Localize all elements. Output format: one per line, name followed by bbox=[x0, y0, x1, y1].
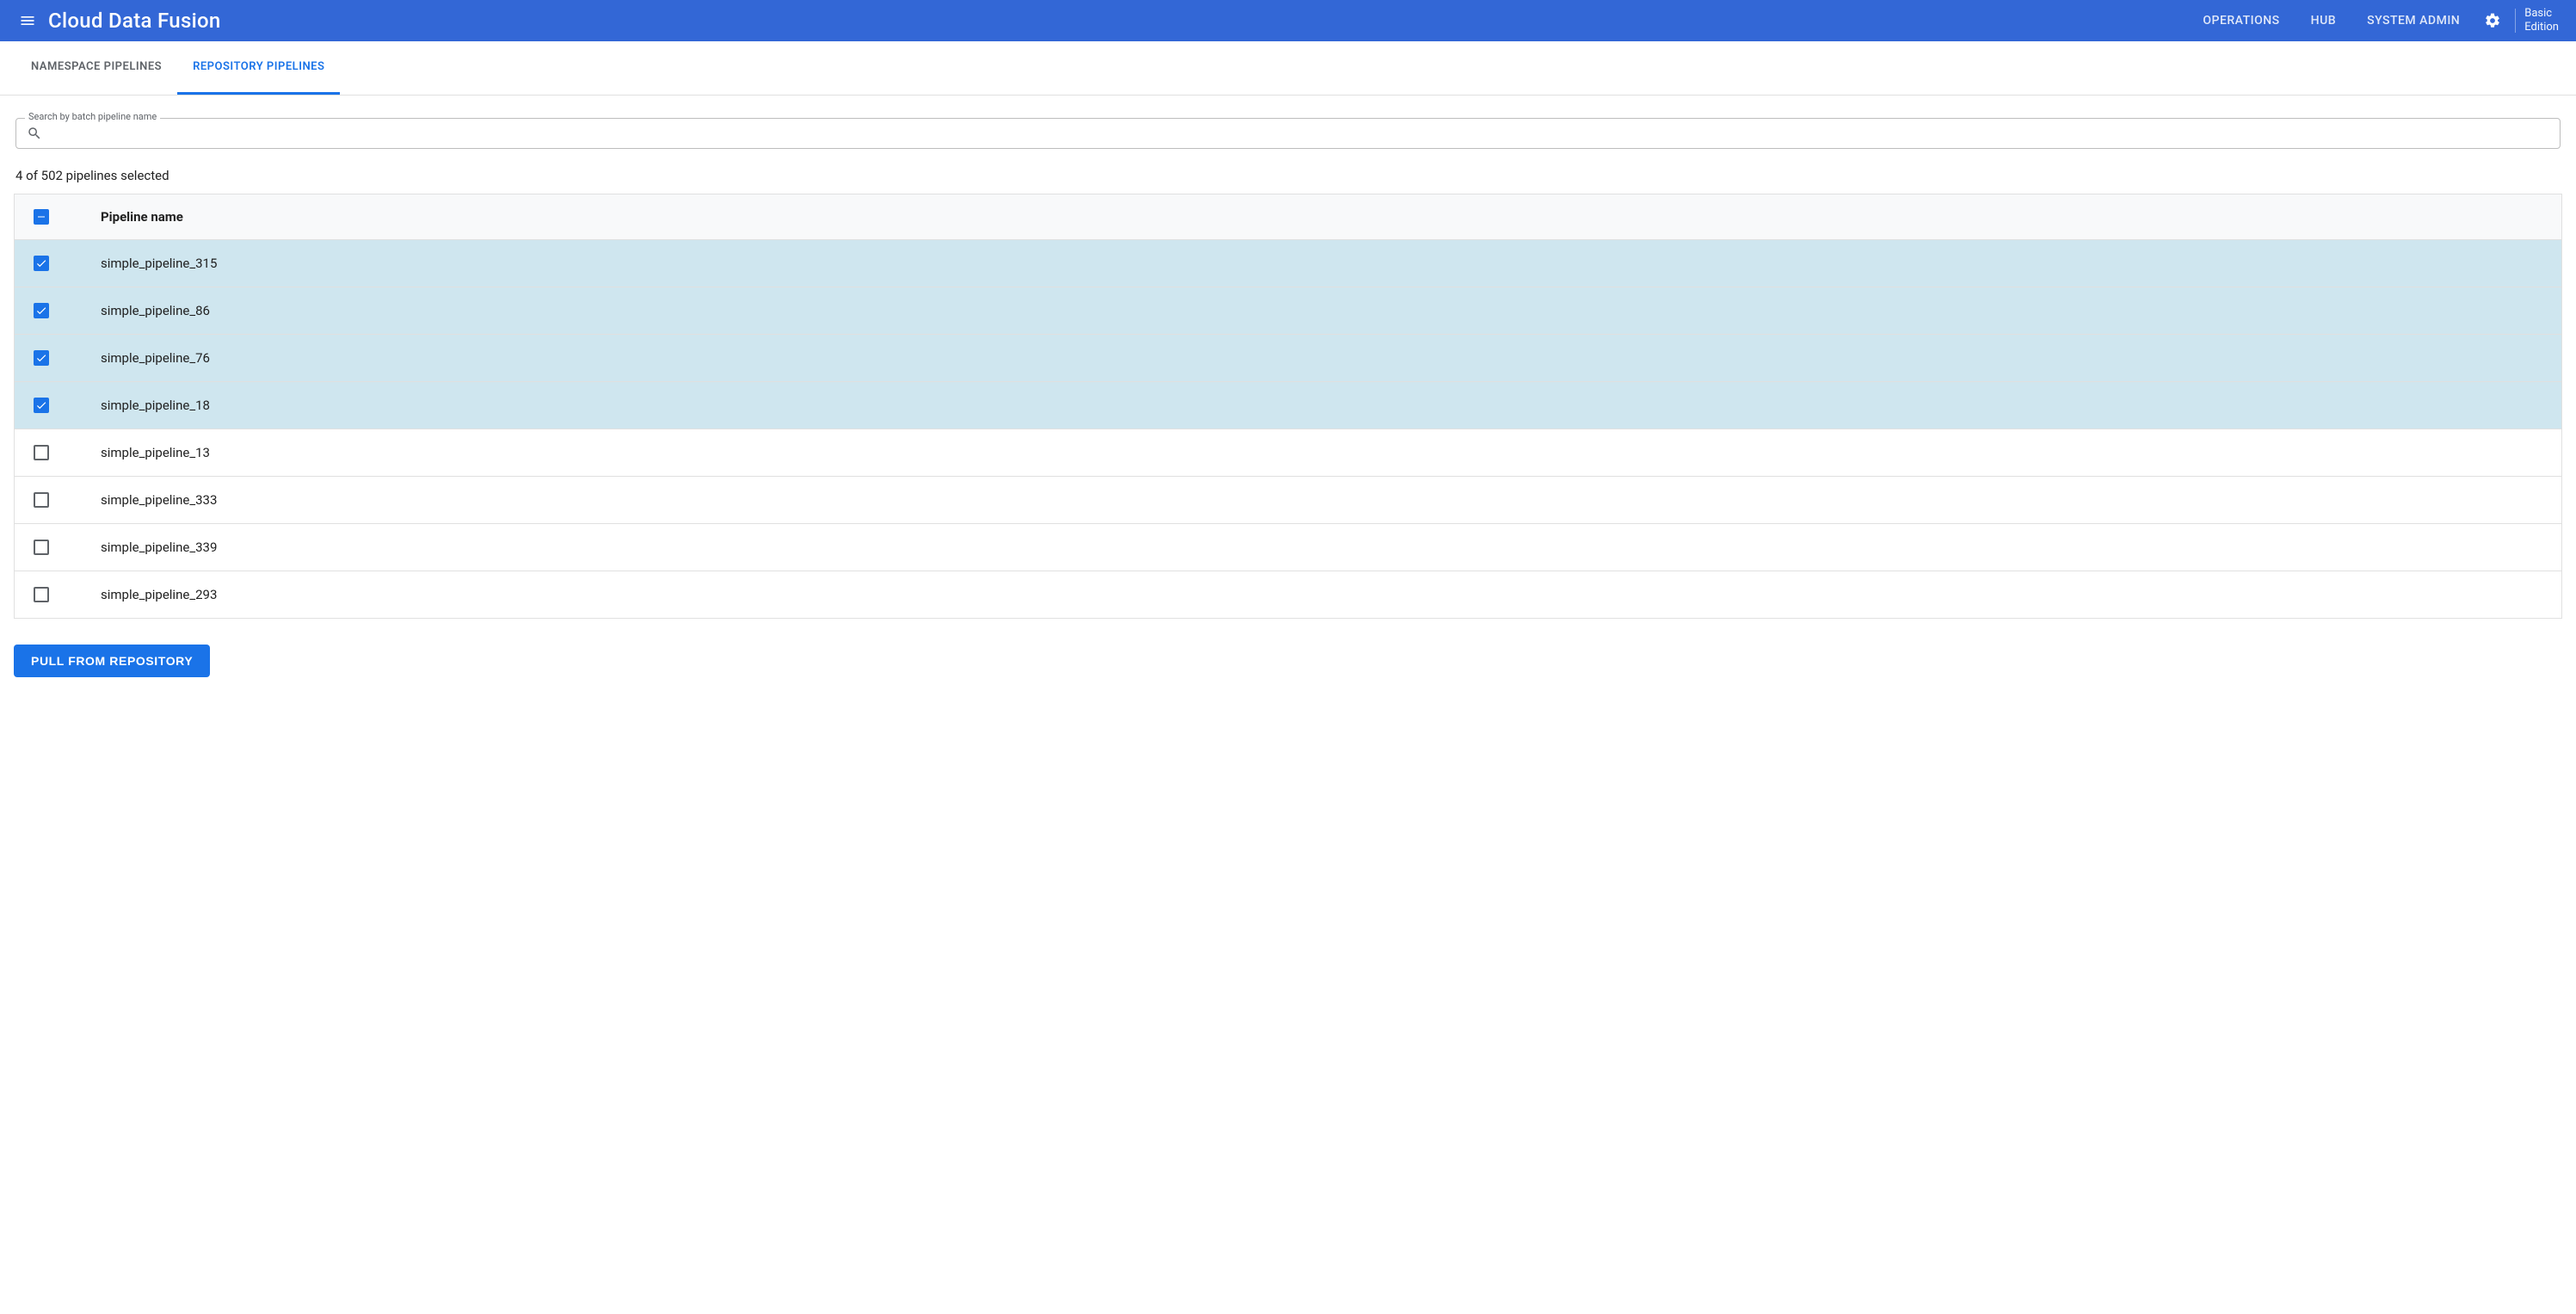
check-icon bbox=[35, 399, 47, 411]
table-row[interactable]: simple_pipeline_333 bbox=[15, 477, 2561, 524]
pipeline-name: simple_pipeline_76 bbox=[101, 350, 2561, 366]
row-checkbox[interactable] bbox=[34, 540, 49, 555]
nav-system-admin[interactable]: SYSTEM ADMIN bbox=[2351, 0, 2475, 41]
row-checkbox[interactable] bbox=[34, 256, 49, 271]
check-icon bbox=[35, 257, 47, 269]
search-icon bbox=[27, 126, 42, 141]
table-row[interactable]: simple_pipeline_13 bbox=[15, 429, 2561, 477]
edition-label: Basic Edition bbox=[2524, 7, 2566, 34]
pipeline-name: simple_pipeline_13 bbox=[101, 445, 2561, 460]
pipelines-table: Pipeline name simple_pipeline_315 simple… bbox=[14, 194, 2562, 619]
pipeline-name: simple_pipeline_333 bbox=[101, 492, 2561, 508]
selection-status: 4 of 502 pipelines selected bbox=[0, 159, 2576, 194]
table-row[interactable]: simple_pipeline_293 bbox=[15, 571, 2561, 619]
search-input[interactable] bbox=[49, 126, 2549, 140]
pipeline-name: simple_pipeline_315 bbox=[101, 256, 2561, 271]
row-checkbox[interactable] bbox=[34, 587, 49, 602]
tabs-bar: NAMESPACE PIPELINES REPOSITORY PIPELINES bbox=[0, 41, 2576, 96]
search-section: Search by batch pipeline name bbox=[0, 96, 2576, 159]
pipeline-name: simple_pipeline_18 bbox=[101, 398, 2561, 413]
table-header: Pipeline name bbox=[15, 194, 2561, 240]
settings-button[interactable] bbox=[2475, 3, 2510, 38]
table-row[interactable]: simple_pipeline_76 bbox=[15, 335, 2561, 382]
row-checkbox[interactable] bbox=[34, 303, 49, 318]
row-checkbox[interactable] bbox=[34, 398, 49, 413]
pipeline-name: simple_pipeline_293 bbox=[101, 587, 2561, 602]
footer: PULL FROM REPOSITORY bbox=[0, 619, 2576, 694]
select-all-checkbox[interactable] bbox=[34, 209, 49, 225]
pipeline-name: simple_pipeline_339 bbox=[101, 540, 2561, 555]
column-header-name: Pipeline name bbox=[101, 209, 2561, 225]
tab-repository-pipelines[interactable]: REPOSITORY PIPELINES bbox=[177, 41, 340, 95]
table-row[interactable]: simple_pipeline_339 bbox=[15, 524, 2561, 571]
row-checkbox[interactable] bbox=[34, 492, 49, 508]
table-row[interactable]: simple_pipeline_18 bbox=[15, 382, 2561, 429]
app-header: Cloud Data Fusion OPERATIONS HUB SYSTEM … bbox=[0, 0, 2576, 41]
table-row[interactable]: simple_pipeline_86 bbox=[15, 287, 2561, 335]
pull-from-repository-button[interactable]: PULL FROM REPOSITORY bbox=[14, 645, 210, 677]
edition-line1: Basic bbox=[2524, 7, 2559, 21]
check-icon bbox=[35, 352, 47, 364]
edition-line2: Edition bbox=[2524, 21, 2559, 34]
nav-hub[interactable]: HUB bbox=[2296, 0, 2351, 41]
nav-operations[interactable]: OPERATIONS bbox=[2187, 0, 2295, 41]
search-float-label: Search by batch pipeline name bbox=[25, 111, 160, 122]
search-field-wrap: Search by batch pipeline name bbox=[15, 118, 2561, 149]
gear-icon bbox=[2484, 12, 2501, 29]
app-title: Cloud Data Fusion bbox=[48, 9, 221, 33]
header-checkbox-cell bbox=[15, 209, 101, 225]
pipeline-name: simple_pipeline_86 bbox=[101, 303, 2561, 318]
header-divider bbox=[2515, 9, 2516, 33]
indeterminate-icon bbox=[36, 212, 46, 222]
tab-namespace-pipelines[interactable]: NAMESPACE PIPELINES bbox=[15, 41, 177, 95]
row-checkbox[interactable] bbox=[34, 445, 49, 460]
table-row[interactable]: simple_pipeline_315 bbox=[15, 240, 2561, 287]
hamburger-icon bbox=[19, 12, 36, 29]
row-checkbox[interactable] bbox=[34, 350, 49, 366]
check-icon bbox=[35, 305, 47, 317]
menu-button[interactable] bbox=[10, 3, 45, 38]
